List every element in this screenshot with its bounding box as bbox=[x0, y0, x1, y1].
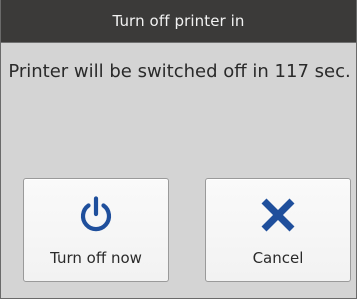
close-icon bbox=[261, 198, 295, 232]
power-icon bbox=[80, 196, 112, 232]
turn-off-now-label: Turn off now bbox=[50, 249, 142, 267]
dialog-titlebar: Turn off printer in bbox=[1, 0, 356, 43]
dialog-title: Turn off printer in bbox=[112, 12, 245, 30]
cancel-label: Cancel bbox=[252, 249, 304, 267]
cancel-button[interactable]: Cancel bbox=[205, 178, 351, 282]
shutdown-dialog: Turn off printer in Printer will be swit… bbox=[0, 0, 357, 299]
countdown-message: Printer will be switched off in 117 sec. bbox=[8, 61, 351, 82]
turn-off-now-button[interactable]: Turn off now bbox=[23, 178, 169, 282]
